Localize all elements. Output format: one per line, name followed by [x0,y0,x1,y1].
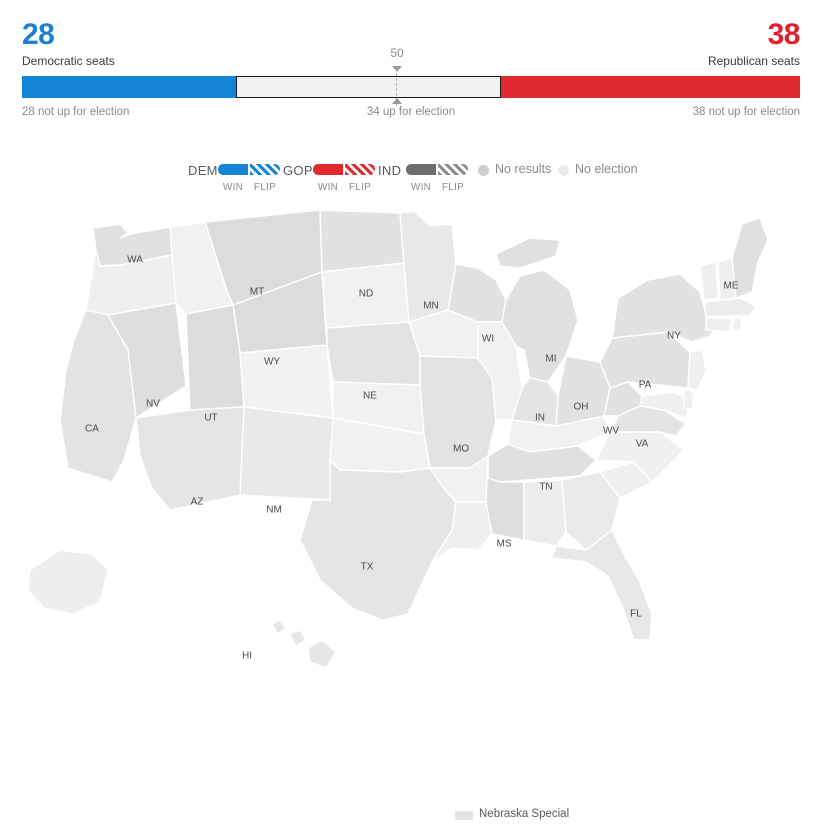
legend-swatch-gop-flip [345,164,375,175]
no-election-label: No election [575,162,638,176]
democratic-tally: 28 Democratic seats [22,20,115,69]
state-label-me: ME [724,281,739,292]
us-states-map[interactable]: WA MT ND MN WI MI ME NY WY NE PA NV UT IN OH CA MO WV VA AZ… [0,210,822,672]
state-label-ca: CA [85,424,99,435]
majority-arrow-bottom-icon [392,98,402,104]
legend-swatch-dem-flip [250,164,280,175]
state-shape-ut[interactable] [185,304,245,411]
legend-swatch-dem-win [218,164,248,175]
republican-tally: 38 Republican seats [707,18,801,69]
legend-party-label-ind: IND [378,163,402,178]
majority-arrow-top-icon [392,66,402,72]
state-label-nd: ND [359,289,373,300]
state-shape-hi[interactable] [271,619,337,669]
state-label-fl: FL [630,609,642,620]
republican-not-up-note: 38 not up for election [692,106,800,118]
legend-sublabel-dem-win: WIN [222,182,244,193]
state-label-tx: TX [361,562,374,573]
state-label-nm: NM [266,505,282,516]
legend-swatch-ind-win [406,164,436,175]
legend-sublabel-ind-flip: FLIP [441,182,465,193]
state-label-pa: PA [639,380,652,391]
republican-seat-count: 38 [767,18,801,51]
state-label-hi: HI [242,651,252,662]
state-label-tn: TN [539,482,552,493]
democratic-seat-count: 28 [22,18,55,51]
state-shape-ak[interactable] [27,549,109,615]
state-shape-ma[interactable] [703,297,757,317]
state-label-wa: WA [127,255,143,266]
us-senate-map-panel: WA MT ND MN WI MI ME NY WY NE PA NV UT IN OH CA MO WV VA AZ… [0,210,822,820]
legend-party-label-dem: DEM [188,163,218,178]
state-shape-ri[interactable] [731,317,743,331]
state-label-wi: WI [482,334,494,345]
nebraska-special-swatch-icon [455,811,473,820]
state-label-mn: MN [423,301,439,312]
seat-bar-track [22,76,800,98]
legend-sublabel-ind-win: WIN [410,182,432,193]
no-results-dot-icon [478,165,489,176]
legend-party-label-gop: GOP [283,163,313,178]
state-label-nv: NV [146,399,160,410]
state-shape-ne[interactable] [326,321,421,386]
state-label-in: IN [535,413,545,424]
seat-bar-democratic-segment [22,76,236,98]
seat-bar-up-for-election-segment [236,76,501,98]
state-label-va: VA [636,439,649,450]
state-label-wy: WY [264,357,280,368]
state-shape-vt[interactable] [699,261,719,301]
state-label-ny: NY [667,331,681,342]
legend-sublabel-dem-flip: FLIP [253,182,277,193]
republican-seats-label: Republican seats [707,54,800,68]
legend-swatch-ind-flip [438,164,468,175]
seat-bar-panel: 28 Democratic seats 38 Republican seats … [0,0,822,130]
majority-threshold-label: 50 [390,46,404,60]
state-label-ne: NE [363,391,377,402]
state-shape-ct[interactable] [705,317,733,333]
state-label-mo: MO [453,444,469,455]
map-legend: DEM WIN FLIP GOP WIN FLIP IND WIN FLIP N… [0,160,822,202]
seat-bar-republican-segment [501,76,800,98]
no-results-label: No results [495,162,552,176]
state-shape-co[interactable] [239,344,334,419]
state-label-ms: MS [497,539,512,550]
state-shape-nm[interactable] [239,406,334,501]
state-shape-fl[interactable] [551,528,653,641]
legend-swatch-gop-win [313,164,343,175]
legend-sublabel-gop-win: WIN [317,182,339,193]
legend-sublabel-gop-flip: FLIP [348,182,372,193]
state-label-oh: OH [574,402,589,413]
state-label-mi: MI [545,354,556,365]
state-shape-nd[interactable] [319,210,405,273]
state-label-az: AZ [191,497,204,508]
state-shape-nj[interactable] [687,349,707,391]
state-shape-de[interactable] [683,389,695,411]
no-election-dot-icon [558,165,569,176]
state-shape-az[interactable] [135,406,245,511]
state-label-ut: UT [204,413,217,424]
nebraska-special-label: Nebraska Special [479,808,570,820]
majority-marker: 50 [390,46,404,106]
state-label-mt: MT [250,287,264,298]
democratic-seats-label: Democratic seats [22,54,115,68]
state-label-wv: WV [603,426,619,437]
state-shape-wi[interactable] [447,263,507,323]
